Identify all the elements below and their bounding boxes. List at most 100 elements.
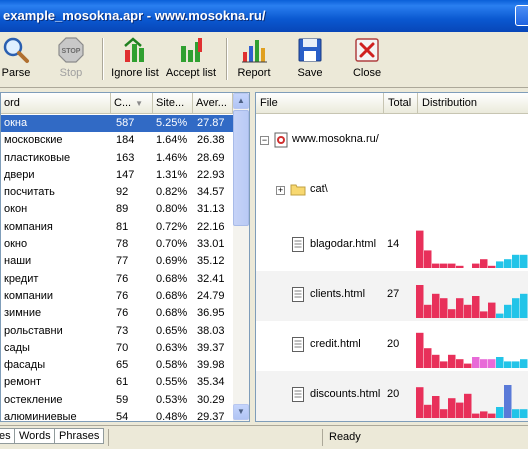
distribution-bar [520, 293, 528, 318]
cell-word: пластиковые [4, 151, 71, 164]
distribution-bar [456, 298, 464, 318]
cell-avg: 22.16 [197, 220, 225, 233]
report-button[interactable]: Report [234, 36, 274, 84]
close-button[interactable]: Close [348, 36, 386, 84]
folder-name: cat\ [310, 183, 328, 195]
distribution-bar [464, 363, 472, 368]
accept-list-icon [181, 38, 202, 62]
scroll-down-button[interactable]: ▼ [233, 404, 249, 420]
table-row[interactable]: алюминиевые 54 0.48% 29.37 [1, 409, 233, 422]
html-file-icon [292, 287, 304, 302]
tree-folder-node[interactable]: + cat\ [256, 179, 528, 201]
table-row[interactable]: остекление 59 0.53% 30.29 [1, 392, 233, 409]
cell-count: 77 [116, 255, 129, 268]
distribution-bar [424, 348, 432, 368]
column-header-distribution-label: Distribution [422, 97, 478, 109]
table-row[interactable]: наши 77 0.69% 35.12 [1, 253, 233, 270]
scroll-up-button[interactable]: ▲ [233, 93, 249, 109]
save-button[interactable]: Save [292, 36, 328, 84]
floppy-disk-icon [298, 38, 322, 62]
distribution-bar [432, 354, 440, 368]
table-row[interactable]: рольставни 73 0.65% 38.03 [1, 323, 233, 340]
app-window: example_mosokna.apr - www.mosokna.ru/ Pa… [0, 0, 528, 449]
table-row[interactable]: пластиковые 163 1.46% 28.69 [1, 150, 233, 167]
file-row[interactable]: credit.html 20 [256, 321, 528, 371]
table-row[interactable]: посчитать 92 0.82% 34.57 [1, 184, 233, 201]
cell-word: фасады [4, 359, 46, 372]
cell-site: 5.25% [156, 117, 188, 129]
table-row[interactable]: окно 78 0.70% 33.01 [1, 236, 233, 253]
cell-word: компании [4, 289, 54, 302]
tree-root-node[interactable]: − www.mosokna.ru/ [256, 129, 528, 151]
cell-site: 0.68% [156, 307, 188, 320]
ignore-list-button[interactable]: Ignore list [110, 36, 160, 84]
distribution-bar [504, 361, 512, 368]
toolbar-separator [226, 38, 228, 80]
cell-count: 59 [116, 393, 129, 406]
cell-word: остекление [4, 393, 63, 406]
distribution-bar [520, 359, 528, 368]
table-row[interactable]: сады 70 0.63% 39.37 [1, 340, 233, 357]
tab-phrases-label: Phrases [59, 430, 100, 442]
distribution-bar [512, 254, 520, 268]
file-row[interactable]: discounts.html 20 [256, 371, 528, 421]
stop-button[interactable]: STOP Stop [52, 36, 90, 84]
table-row[interactable]: московские 184 1.64% 26.38 [1, 132, 233, 149]
file-row[interactable]: clients.html 27 [256, 271, 528, 321]
table-row[interactable]: фасады 65 0.58% 39.98 [1, 357, 233, 374]
file-row[interactable]: blagodar.html 14 [256, 221, 528, 271]
column-header-site[interactable]: Site... [153, 93, 193, 114]
distribution-bar [488, 302, 496, 318]
cell-avg: 26.38 [197, 134, 225, 147]
column-header-count[interactable]: C... ▼ [111, 93, 153, 114]
cell-avg: 30.29 [197, 393, 225, 406]
file-name: credit.html [310, 338, 361, 350]
distribution-bar [448, 263, 456, 268]
collapse-icon[interactable]: − [260, 136, 269, 145]
tab-phrases[interactable]: Phrases [54, 428, 105, 444]
stop-badge-text: STOP [62, 48, 81, 55]
distribution-bar [432, 396, 440, 418]
parse-button[interactable]: Parse [0, 36, 32, 84]
table-row[interactable]: окна 587 5.25% 27.87 [1, 115, 233, 133]
table-row[interactable]: компании 76 0.68% 24.79 [1, 288, 233, 305]
table-row[interactable]: компания 81 0.72% 22.16 [1, 219, 233, 236]
cell-site: 0.68% [156, 272, 188, 285]
html-file-icon [292, 237, 304, 252]
cell-count: 73 [116, 324, 129, 337]
magnifier-icon [3, 37, 29, 63]
minimize-button[interactable] [515, 5, 528, 26]
table-row[interactable]: ремонт 61 0.55% 35.34 [1, 374, 233, 391]
distribution-bar [496, 357, 504, 368]
table-row[interactable]: кредит 76 0.68% 32.41 [1, 271, 233, 288]
words-list-scrollbar[interactable]: ▲ ▼ [233, 93, 249, 421]
distribution-bar [504, 259, 512, 268]
cell-avg: 29.37 [197, 411, 225, 422]
column-header-distribution[interactable]: Distribution [418, 93, 528, 114]
distribution-bar [480, 411, 488, 418]
scrollbar-thumb[interactable] [233, 110, 249, 226]
distribution-bar [424, 404, 432, 418]
distribution-bar [424, 304, 432, 318]
cell-count: 163 [116, 151, 135, 164]
status-text: Ready [322, 429, 528, 446]
tab-words[interactable]: Words [14, 428, 56, 444]
column-header-file[interactable]: File [256, 93, 384, 114]
accept-list-button[interactable]: Accept list [164, 36, 218, 84]
column-header-word[interactable]: ord [1, 93, 111, 114]
column-header-total-label: Total [388, 97, 412, 109]
distribution-bar [520, 409, 528, 418]
cell-site: 0.70% [156, 238, 188, 251]
cell-count: 184 [116, 134, 135, 147]
expand-icon[interactable]: + [276, 186, 285, 195]
table-row[interactable]: окон 89 0.80% 31.13 [1, 201, 233, 218]
table-row[interactable]: зимние 76 0.68% 36.95 [1, 305, 233, 322]
distribution-bar [496, 261, 504, 268]
parse-label: Parse [1, 67, 31, 79]
column-header-average[interactable]: Aver... [193, 93, 233, 114]
root-url: www.mosokna.ru/ [292, 133, 379, 145]
column-header-total[interactable]: Total [384, 93, 418, 114]
bottom-tab-bar: es Words Phrases Ready [0, 425, 528, 449]
table-row[interactable]: двери 147 1.31% 22.93 [1, 167, 233, 184]
cell-site: 1.46% [156, 151, 188, 164]
